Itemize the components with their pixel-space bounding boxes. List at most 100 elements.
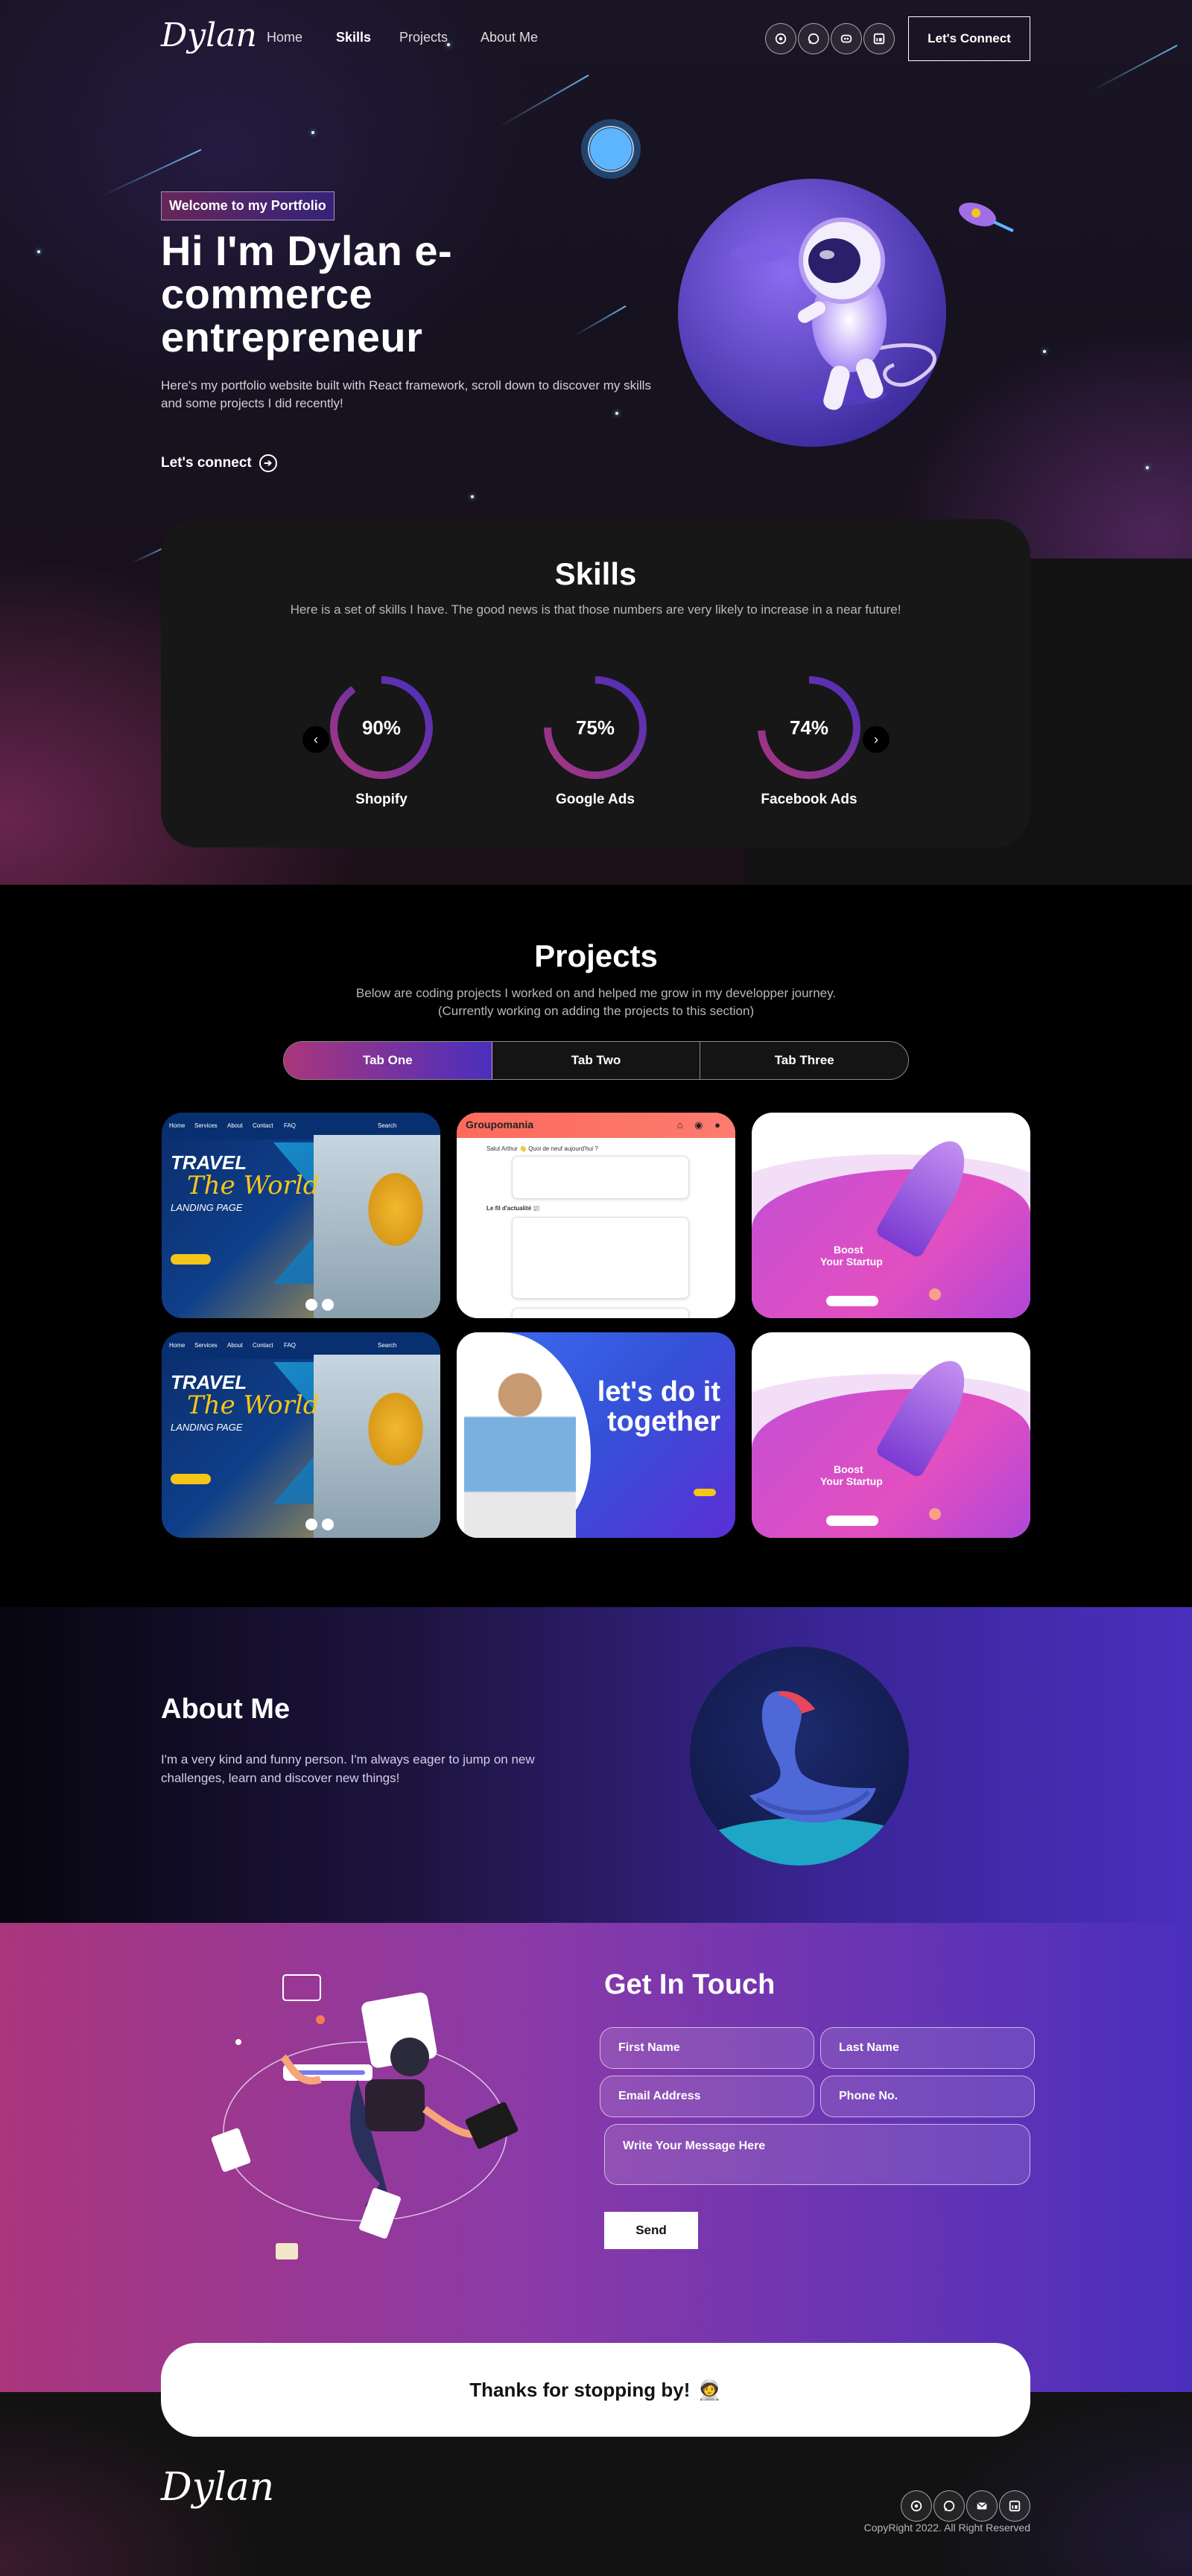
hero-description: Here's my portfolio website built with R… [161,378,651,410]
hero-tagline: Welcome to my Portfolio [161,191,335,220]
projects-section: Projects Below are coding projects I wor… [0,885,1192,1607]
card-brand: Groupomania [466,1119,534,1130]
card-nav-text: Home [169,1342,186,1349]
rocket-illustration [959,203,1014,232]
card-nav-text: Services [194,1342,218,1349]
github-icon[interactable] [901,2490,932,2522]
tab-one[interactable]: Tab One [284,1042,492,1079]
card-post-composer [512,1156,689,1199]
card-post [512,1308,689,1318]
footer-logo[interactable]: Dylan [161,2465,274,2510]
nav-link-projects[interactable]: Projects [399,30,448,45]
linkedin-icon[interactable] [863,23,895,54]
skills-title: Skills [554,556,637,591]
swan-illustration [690,1647,909,1866]
last-name-field[interactable]: Last Name [820,2027,1035,2069]
send-button[interactable]: Send [604,2212,698,2249]
card-cta [171,1474,211,1484]
contact-illustration [211,1974,519,2259]
card-cta [171,1254,211,1265]
whatsapp-icon[interactable] [933,2490,965,2522]
card-heading: Your Startup [820,1475,883,1487]
star [471,495,474,498]
card-heading-script: The World [187,1390,320,1420]
glowing-orb-illustration [581,119,641,179]
astronaut-emoji-icon: 🧑‍🚀 [697,2378,722,2401]
shooting-star [99,149,202,198]
card-post [512,1217,689,1299]
card-nav-text: Home [169,1122,186,1129]
hero-title: Hi I'm Dylan e-commerce entrepreneur [161,227,453,360]
card-wave [752,1169,1030,1318]
nav-link-about[interactable]: About Me [481,30,538,45]
project-card-startup[interactable]: Boost Your Startup [752,1332,1030,1538]
project-card-groupomania[interactable]: Groupomania ⌂ ◉ ● Salut Arthur 👋 Quoi de… [457,1113,735,1318]
skill-percent-text: 74% [790,716,828,739]
card-heading: Boost [834,1463,863,1475]
discord-icon[interactable] [831,23,862,54]
project-card-startup[interactable]: Boost Your Startup [752,1113,1030,1318]
skill-label: Facebook Ads [761,792,857,807]
card-cta [826,1296,878,1306]
project-card-travel[interactable]: Home Services About Contact FAQ Search T… [162,1113,440,1318]
card-nav-text: About [227,1122,243,1129]
email-field[interactable]: Email Address [600,2076,814,2117]
card-nav-text: FAQ [284,1122,297,1129]
skill-progress-ring: 74% [758,676,860,779]
top-navbar: Dylan Home Skills Projects About Me Let'… [0,0,1192,77]
site-logo[interactable]: Dylan [161,16,257,54]
project-card-lets-do-it[interactable]: let's do it together [457,1332,735,1538]
about-section: About Me I'm a very kind and funny perso… [0,1607,1192,1923]
star [1043,350,1046,353]
skill-label: Google Ads [556,792,635,807]
card-nav-text: Contact [253,1342,273,1349]
skill-progress-ring: 90% [330,676,433,779]
tab-two[interactable]: Tab Two [492,1042,701,1079]
card-dot [322,1518,334,1530]
carousel-next-button[interactable]: › [863,726,890,753]
card-nav-icons: ⌂ ◉ ● [676,1119,725,1130]
thanks-text: Thanks for stopping by! [469,2378,691,2401]
card-ball [929,1288,941,1300]
lets-connect-button[interactable]: Let's Connect [908,16,1030,61]
card-heading: Boost [834,1244,863,1256]
card-nav-text: Search [378,1342,397,1349]
card-subheading: LANDING PAGE [171,1422,243,1433]
card-dot [305,1299,317,1311]
email-icon[interactable] [966,2490,998,2522]
tab-three[interactable]: Tab Three [700,1042,908,1079]
card-nav-text: About [227,1342,243,1349]
about-title: About Me [161,1694,291,1725]
skill-percent-text: 75% [576,716,615,739]
arrow-right-icon: ➔ [259,454,277,472]
github-icon[interactable] [765,23,796,54]
card-nav-text: Services [194,1122,218,1129]
project-card-travel[interactable]: Home Services About Contact FAQ Search T… [162,1332,440,1538]
phone-field[interactable]: Phone No. [820,2076,1035,2117]
message-field[interactable]: Write Your Message Here [604,2124,1030,2185]
thanks-banner: Thanks for stopping by! 🧑‍🚀 [161,2343,1030,2437]
card-heading: Your Startup [820,1256,883,1268]
card-dot [322,1299,334,1311]
hero-connect-link[interactable]: Let's connect ➔ [161,454,277,472]
skill-label: Shopify [355,792,408,807]
nav-link-home[interactable]: Home [267,30,302,45]
projects-description: Below are coding projects I worked on an… [355,986,837,1018]
skill-progress-ring: 75% [544,676,647,779]
card-feed-title: Le fil d'actualité 📰 [486,1205,541,1212]
card-dot [305,1518,317,1530]
card-nav-text: Contact [253,1122,273,1129]
card-heading: let's do it together [597,1376,720,1437]
whatsapp-icon[interactable] [798,23,829,54]
contact-title: Get In Touch [604,1969,776,2000]
skill-item-shopify: 90% Shopify [326,672,437,808]
skills-subtitle: Here is a set of skills I have. The good… [290,602,901,617]
card-photo [464,1350,576,1538]
nav-link-skills[interactable]: Skills [336,30,371,45]
shooting-star [574,305,627,337]
copyright-text: CopyRight 2022. All Right Reserved [863,2522,1030,2534]
card-prompt: Salut Arthur 👋 Quoi de neuf aujourd'hui … [486,1145,598,1152]
first-name-field[interactable]: First Name [600,2027,814,2069]
card-nav-text: FAQ [284,1342,297,1349]
linkedin-icon[interactable] [999,2490,1030,2522]
